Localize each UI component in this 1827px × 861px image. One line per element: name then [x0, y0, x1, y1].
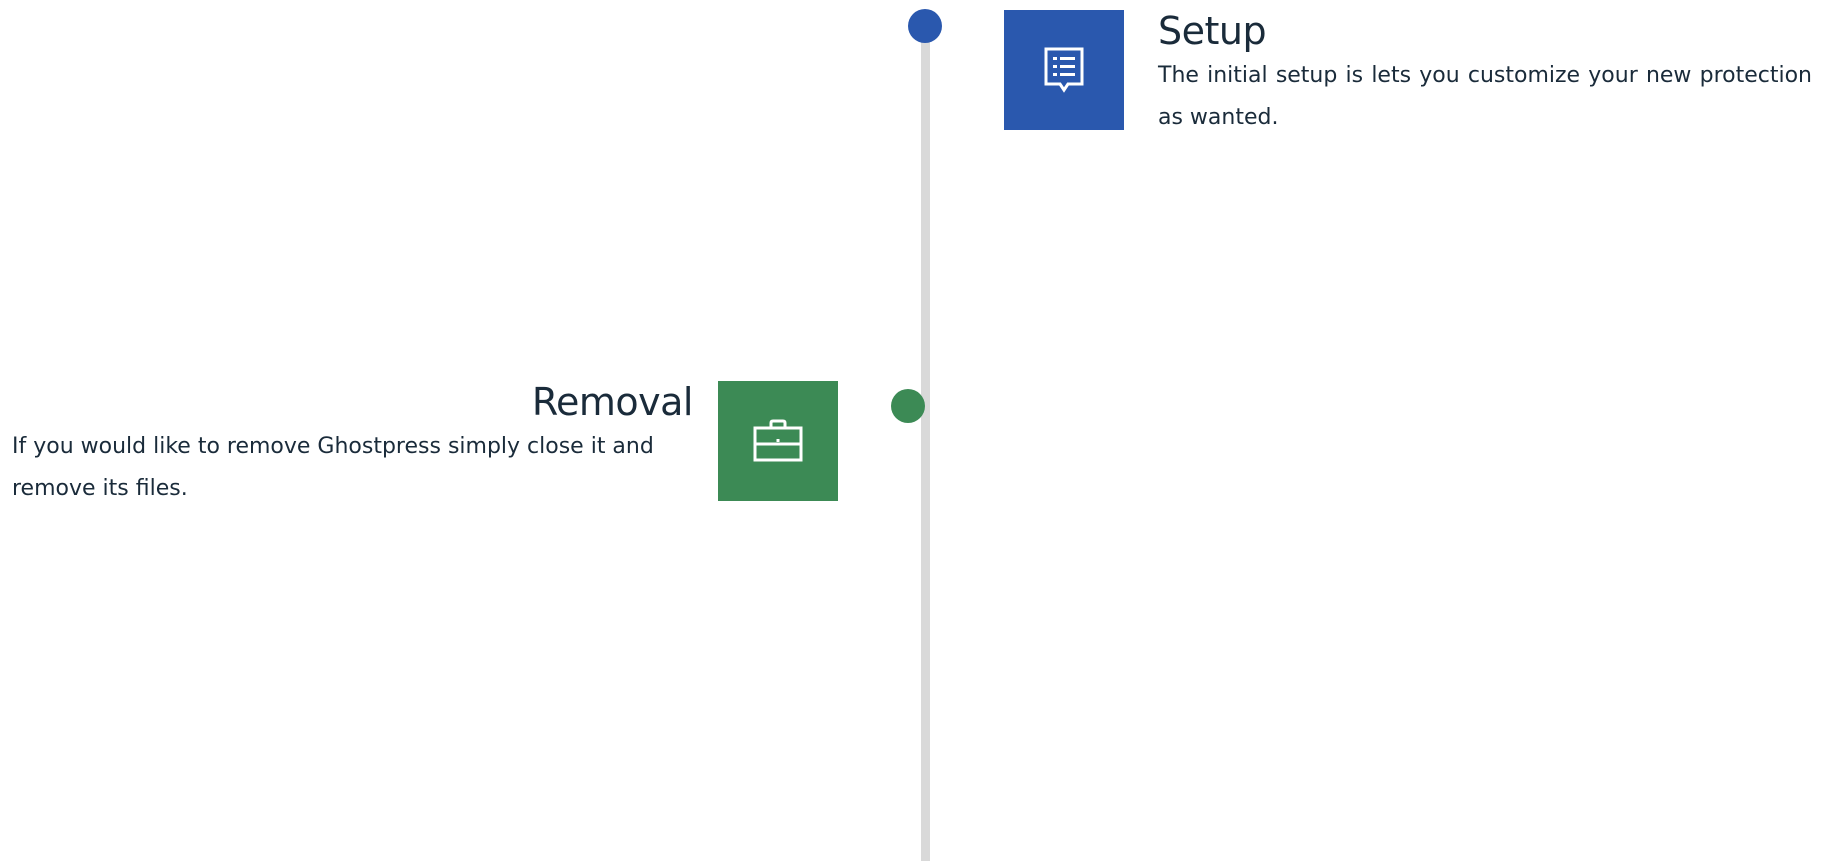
timeline-dot-setup	[908, 9, 942, 43]
timeline-dot-removal	[891, 389, 925, 423]
timeline-line	[921, 26, 930, 861]
removal-title: Removal	[531, 380, 694, 424]
setup-icon-box	[1004, 10, 1124, 130]
removal-description: If you would like to remove Ghostpress s…	[12, 434, 654, 501]
removal-icon-box	[718, 381, 838, 501]
list-document-icon	[1044, 47, 1084, 93]
timeline-page: Setup The initial setup is lets you cust…	[0, 0, 1827, 861]
setup-title: Setup	[1158, 9, 1267, 53]
briefcase-icon	[753, 419, 803, 462]
setup-description: The initial setup is lets you customize …	[1158, 63, 1812, 130]
